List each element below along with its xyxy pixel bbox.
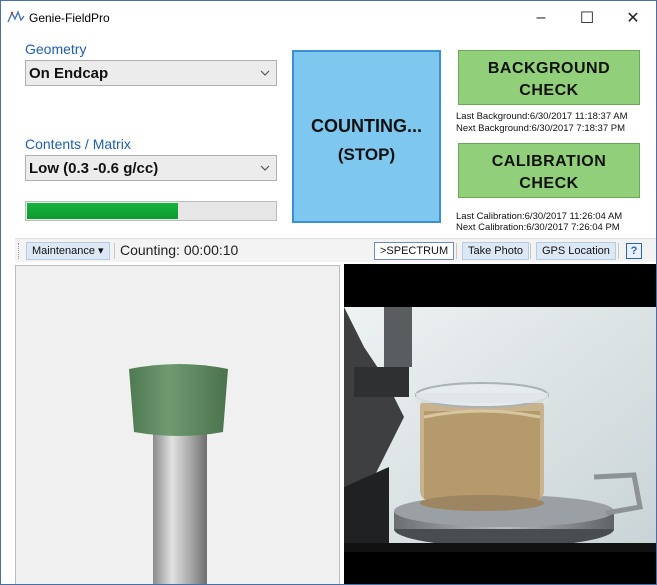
window-title: Genie-FieldPro — [29, 11, 110, 25]
progress-fill — [27, 203, 178, 219]
background-check-button[interactable]: BACKGROUND CHECK — [458, 50, 640, 105]
camera-photo-panel — [344, 264, 656, 584]
background-check-line1: BACKGROUND — [487, 60, 611, 77]
counting-label: COUNTING... — [311, 116, 422, 136]
toolbar: Maintenance ▾ Counting: 00:00:10 >SPECTR… — [15, 238, 656, 262]
chevron-down-icon — [260, 70, 270, 76]
gps-location-button[interactable]: GPS Location — [536, 242, 616, 260]
geometry-value: On Endcap — [29, 65, 109, 82]
calibration-check-line1: CALIBRATION — [491, 153, 607, 170]
genie-logo-icon — [7, 10, 25, 23]
app-window: Genie-FieldPro – ☐ ✕ Geometry On Endcap … — [0, 0, 657, 585]
contents-label: Contents / Matrix — [25, 136, 131, 152]
contents-value: Low (0.3 -0.6 g/cc) — [29, 160, 159, 177]
title-bar: Genie-FieldPro – ☐ ✕ — [1, 1, 656, 35]
geometry-select[interactable]: On Endcap — [25, 60, 277, 86]
background-check-line2: CHECK — [519, 82, 579, 99]
toolbar-separator — [530, 243, 531, 259]
take-photo-button[interactable]: Take Photo — [462, 242, 530, 260]
counting-status: Counting: 00:00:10 — [120, 242, 239, 258]
help-icon[interactable]: ? — [626, 243, 642, 259]
last-background-text: Last Background:6/30/2017 11:18:37 AM — [456, 111, 628, 122]
toolbar-grip[interactable] — [18, 243, 21, 259]
last-calibration-text: Last Calibration:6/30/2017 11:26:04 AM — [456, 211, 623, 222]
toolbar-separator — [618, 243, 619, 259]
contents-select[interactable]: Low (0.3 -0.6 g/cc) — [25, 155, 277, 181]
next-calibration-text: Next Calibration:6/30/2017 7:26:04 PM — [456, 222, 620, 233]
detector-endcap — [129, 364, 228, 436]
calibration-check-button[interactable]: CALIBRATION CHECK — [458, 143, 640, 198]
minimize-button[interactable]: – — [518, 1, 564, 35]
chevron-down-icon — [260, 165, 270, 171]
toolbar-separator — [456, 243, 457, 259]
camera-photo — [344, 307, 656, 552]
detector-illustration — [129, 364, 228, 584]
geometry-preview-panel — [15, 265, 340, 584]
spectrum-button[interactable]: >SPECTRUM — [374, 242, 455, 260]
counting-stop-button[interactable]: COUNTING... (STOP) — [292, 50, 441, 223]
maximize-button[interactable]: ☐ — [564, 1, 610, 35]
close-button[interactable]: ✕ — [610, 1, 656, 35]
next-background-text: Next Background:6/30/2017 7:18:37 PM — [456, 123, 626, 134]
detector-shaft — [153, 428, 207, 584]
toolbar-separator — [114, 243, 115, 259]
count-progress-bar — [25, 201, 277, 221]
calibration-check-line2: CHECK — [519, 175, 579, 192]
stop-label: (STOP) — [337, 145, 396, 164]
maintenance-dropdown[interactable]: Maintenance ▾ — [26, 242, 110, 260]
geometry-label: Geometry — [25, 41, 87, 57]
